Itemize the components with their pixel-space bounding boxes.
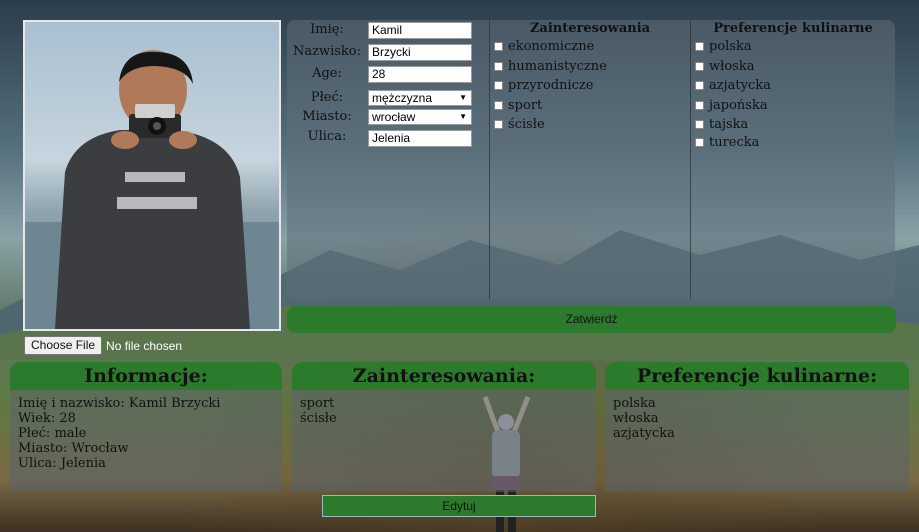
interest-line: ścisłe: [300, 411, 337, 426]
interest-line: sport: [300, 396, 335, 411]
first-name-input[interactable]: Kamil: [368, 22, 472, 39]
checkbox-icon: [494, 81, 503, 90]
city-label: Miasto:: [302, 109, 352, 124]
cuisine-checkbox[interactable]: japońska: [695, 98, 768, 113]
cuisine-line: polska: [613, 396, 656, 411]
checkbox-icon: [494, 120, 503, 129]
info-line: Płeć: male: [18, 426, 87, 441]
checkbox-icon: [695, 42, 704, 51]
city-select[interactable]: wrocław ▼: [368, 109, 472, 125]
info-card-title: Informacje:: [10, 362, 282, 390]
city-value: wrocław: [372, 110, 416, 124]
interest-checkbox[interactable]: humanistyczne: [494, 59, 607, 74]
info-line: Miasto: Wrocław: [18, 441, 129, 456]
chevron-down-icon: ▼: [459, 93, 467, 102]
cuisine-checkbox[interactable]: polska: [695, 39, 752, 54]
gender-select[interactable]: mężczyzna ▼: [368, 90, 472, 106]
choose-file-button[interactable]: Choose File: [24, 336, 103, 355]
interest-checkbox[interactable]: sport: [494, 98, 542, 113]
age-input[interactable]: 28: [368, 66, 472, 83]
cuisine-line: azjatycka: [613, 426, 675, 441]
interest-checkbox[interactable]: przyrodnicze: [494, 78, 593, 93]
checkbox-icon: [695, 81, 704, 90]
cuisine-checkbox[interactable]: włoska: [695, 59, 754, 74]
gender-label: Płeć:: [310, 90, 344, 105]
info-card: Informacje: Imię i nazwisko: Kamil Brzyc…: [10, 362, 282, 492]
file-upload: Choose File No file chosen: [24, 336, 182, 355]
last-name-label: Nazwisko:: [292, 44, 361, 59]
checkbox-icon: [695, 138, 704, 147]
interests-card: Zainteresowania: sport ścisłe: [292, 362, 596, 492]
cuisine-checkbox[interactable]: turecka: [695, 135, 759, 150]
info-line: Imię i nazwisko: Kamil Brzycki: [18, 396, 221, 411]
gender-value: mężczyzna: [372, 91, 433, 105]
submit-button[interactable]: Zatwierdź: [287, 306, 896, 333]
chevron-down-icon: ▼: [459, 112, 467, 121]
cuisine-checkbox[interactable]: azjatycka: [695, 78, 771, 93]
info-line: Wiek: 28: [18, 411, 76, 426]
interests-title: Zainteresowania: [529, 21, 651, 36]
info-line: Ulica: Jelenia: [18, 456, 106, 471]
cuisine-line: włoska: [613, 411, 659, 426]
info-card-body: Imię i nazwisko: Kamil Brzycki Wiek: 28 …: [10, 390, 282, 477]
column-divider: [690, 20, 691, 299]
column-divider: [489, 20, 490, 299]
cuisine-card: Preferencje kulinarne: polska włoska azj…: [605, 362, 909, 492]
last-name-input[interactable]: Brzycki: [368, 44, 472, 61]
checkbox-icon: [494, 101, 503, 110]
checkbox-icon: [494, 42, 503, 51]
interests-card-body: sport ścisłe: [292, 390, 596, 432]
age-label: Age:: [312, 66, 342, 81]
form-panel: Imię: Kamil Nazwisko: Brzycki Age: 28 Pł…: [287, 20, 895, 299]
checkbox-icon: [695, 101, 704, 110]
cuisine-title: Preferencje kulinarne: [713, 21, 873, 36]
first-name-label: Imię:: [310, 22, 344, 37]
file-status: No file chosen: [106, 338, 183, 353]
cuisine-card-title: Preferencje kulinarne:: [605, 362, 909, 390]
checkbox-icon: [695, 62, 704, 71]
street-label: Ulica:: [307, 129, 347, 144]
street-input[interactable]: Jelenia: [368, 130, 472, 147]
interests-card-title: Zainteresowania:: [292, 362, 596, 390]
cuisine-card-body: polska włoska azjatycka: [605, 390, 909, 447]
profile-photo: [23, 20, 281, 331]
checkbox-icon: [494, 62, 503, 71]
cuisine-checkbox[interactable]: tajska: [695, 117, 748, 132]
interest-checkbox[interactable]: ścisłe: [494, 117, 545, 132]
interest-checkbox[interactable]: ekonomiczne: [494, 39, 594, 54]
edit-button[interactable]: Edytuj: [322, 495, 596, 517]
checkbox-icon: [695, 120, 704, 129]
